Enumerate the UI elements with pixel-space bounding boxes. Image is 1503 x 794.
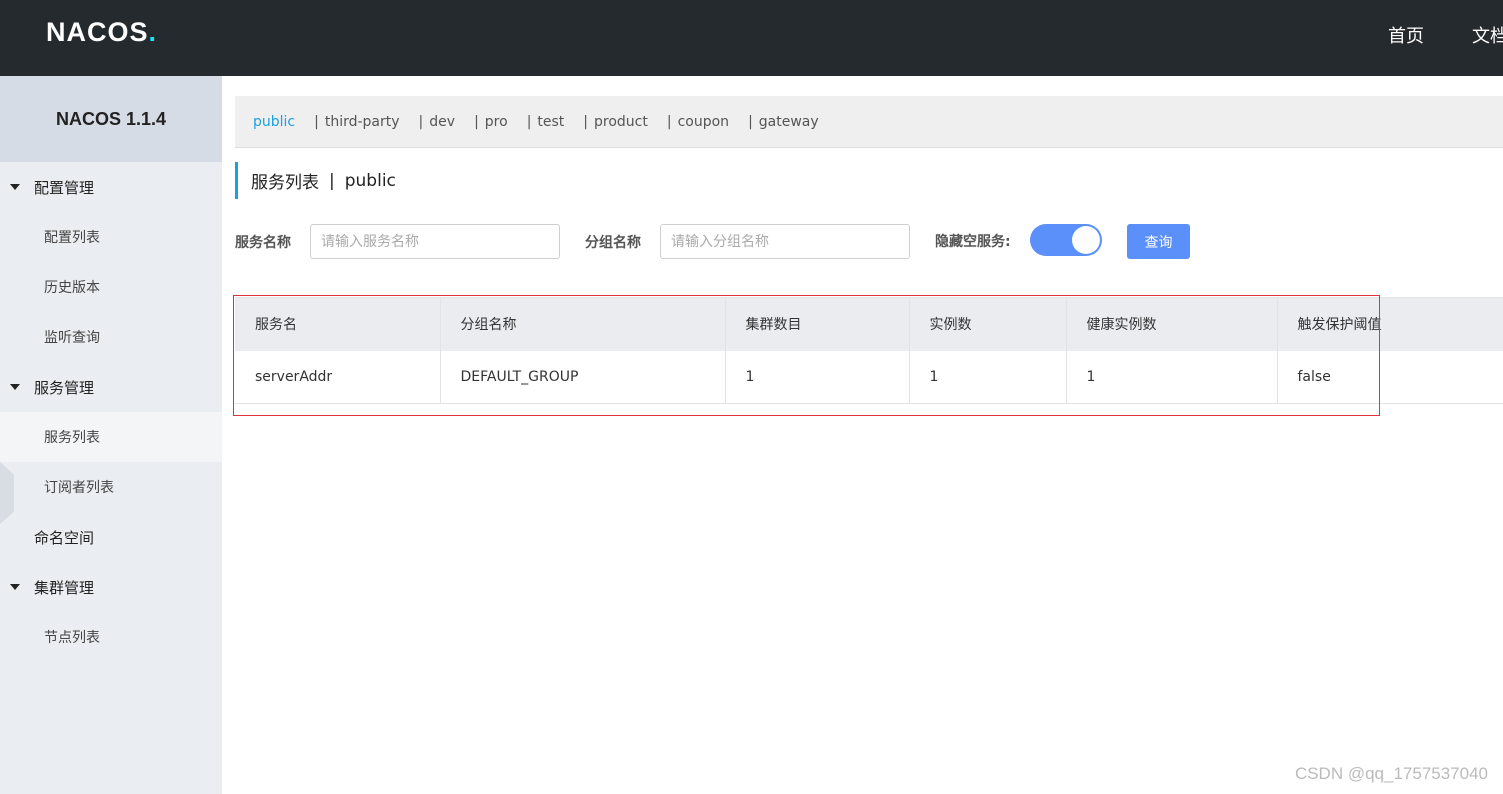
- tab-namespace-coupon[interactable]: coupon: [678, 114, 729, 130]
- nav-home-link[interactable]: 首页: [1388, 22, 1424, 48]
- sidebar-item-listener-query[interactable]: 监听查询: [0, 312, 222, 362]
- namespace-separator: |: [314, 113, 319, 130]
- hide-empty-toggle[interactable]: [1030, 224, 1102, 256]
- nav-docs-link[interactable]: 文档: [1472, 22, 1503, 48]
- menu-group-cluster[interactable]: 集群管理: [0, 562, 222, 612]
- sidebar-item-service-list[interactable]: 服务列表: [0, 412, 222, 462]
- namespace-separator: |: [666, 113, 672, 130]
- column-header-cluster-count: 集群数目: [725, 297, 910, 351]
- cell-service-name: serverAddr: [235, 350, 441, 404]
- sidebar-menu: 配置管理 配置列表 历史版本 监听查询 服务管理 服务列表 订阅者列表 命名空间…: [0, 162, 222, 662]
- tab-namespace-product[interactable]: product: [594, 114, 648, 130]
- sidebar-item-history[interactable]: 历史版本: [0, 262, 222, 312]
- namespace-separator: |: [526, 113, 532, 130]
- top-header: NACOS. 首页 文档: [0, 0, 1503, 76]
- tab-namespace-test[interactable]: test: [537, 114, 564, 130]
- table-header-row: 服务名 分组名称 集群数目 实例数 健康实例数 触发保护阈值: [235, 297, 1503, 351]
- menu-group-config[interactable]: 配置管理: [0, 162, 222, 212]
- page-title-namespace: public: [344, 170, 396, 191]
- sidebar-item-node-list[interactable]: 节点列表: [0, 612, 222, 662]
- caret-down-icon: [10, 584, 20, 590]
- sidebar: NACOS 1.1.4 配置管理 配置列表 历史版本 监听查询 服务管理 服务列…: [0, 76, 222, 794]
- filter-bar: 服务名称 分组名称 隐藏空服务: 查询: [235, 224, 1235, 259]
- namespace-separator: |: [418, 113, 424, 130]
- table-row[interactable]: serverAddr DEFAULT_GROUP 1 1 1 false: [235, 350, 1503, 404]
- menu-group-label: 服务管理: [34, 378, 95, 397]
- service-table: 服务名 分组名称 集群数目 实例数 健康实例数 触发保护阈值 serverAdd…: [235, 297, 1503, 404]
- tab-namespace-gateway[interactable]: gateway: [759, 114, 819, 130]
- top-nav: 首页 文档: [1388, 22, 1503, 48]
- toggle-knob: [1072, 226, 1100, 254]
- cell-cluster-count: 1: [725, 350, 910, 404]
- service-name-input[interactable]: [310, 224, 560, 259]
- cell-instance-count: 1: [909, 350, 1067, 404]
- group-name-input[interactable]: [660, 224, 910, 259]
- query-button[interactable]: 查询: [1127, 224, 1190, 259]
- cell-healthy-count: 1: [1066, 350, 1278, 404]
- tab-namespace-pro[interactable]: pro: [485, 114, 508, 130]
- cell-protect-threshold: false: [1297, 368, 1331, 385]
- service-name-label: 服务名称: [235, 234, 291, 251]
- caret-down-icon: [10, 384, 20, 390]
- menu-group-label: 配置管理: [34, 178, 95, 197]
- column-header-healthy-count: 健康实例数: [1066, 297, 1278, 351]
- tab-namespace-third-party[interactable]: third-party: [325, 114, 400, 130]
- namespace-bar: public | third-party | dev | pro | test …: [235, 96, 1503, 148]
- logo-dot: .: [148, 16, 157, 47]
- hide-empty-label: 隐藏空服务:: [935, 233, 1011, 250]
- column-header-group-name: 分组名称: [440, 297, 726, 351]
- tab-namespace-public[interactable]: public: [253, 114, 295, 130]
- column-header-service-name: 服务名: [235, 297, 441, 351]
- menu-group-label: 集群管理: [34, 578, 95, 597]
- caret-down-icon: [10, 184, 20, 190]
- namespace-separator: |: [474, 113, 479, 130]
- page-title-main: 服务列表: [251, 173, 319, 193]
- column-header-instance-count: 实例数: [909, 297, 1067, 351]
- group-name-label: 分组名称: [585, 234, 641, 251]
- page-title: 服务列表 | public: [235, 162, 396, 199]
- namespace-separator: |: [583, 113, 589, 130]
- namespace-separator: |: [748, 113, 753, 130]
- column-header-protect-threshold: 触发保护阈值: [1277, 297, 1503, 351]
- page-title-separator: |: [329, 170, 335, 191]
- service-table-wrap: 服务名 分组名称 集群数目 实例数 健康实例数 触发保护阈值 serverAdd…: [235, 297, 1503, 404]
- cell-group-name: DEFAULT_GROUP: [440, 350, 726, 404]
- sidebar-item-namespace[interactable]: 命名空间: [0, 512, 222, 562]
- logo-text: NACOS: [46, 16, 149, 47]
- watermark: CSDN @qq_1757537040: [1294, 764, 1488, 783]
- nacos-logo[interactable]: NACOS.: [46, 17, 156, 47]
- sidebar-title: NACOS 1.1.4: [0, 76, 222, 162]
- sidebar-item-subscriber-list[interactable]: 订阅者列表: [0, 462, 222, 512]
- menu-group-service[interactable]: 服务管理: [0, 362, 222, 412]
- sidebar-item-config-list[interactable]: 配置列表: [0, 212, 222, 262]
- tab-namespace-dev[interactable]: dev: [429, 114, 455, 130]
